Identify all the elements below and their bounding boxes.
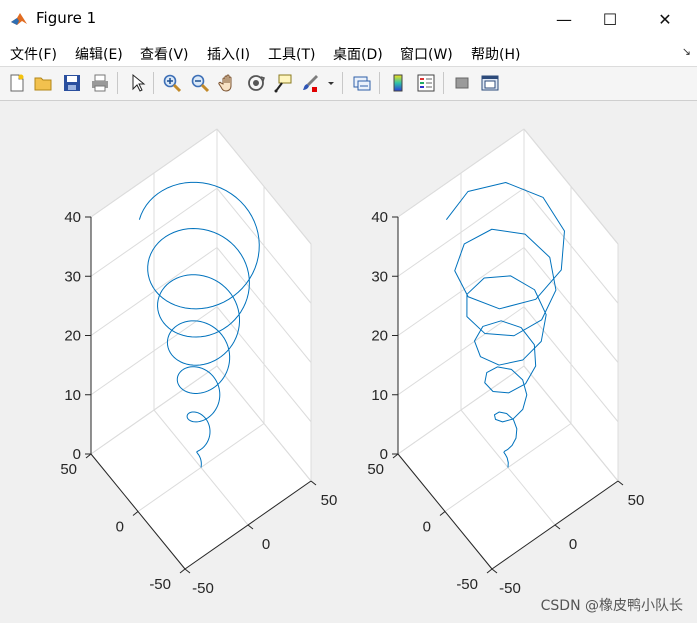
y-tick-mark [392,453,399,459]
y-tick-label: -50 [456,576,478,593]
y-tick-label: 0 [116,519,124,536]
toolbar-separator [342,72,343,94]
x-tick-label: 50 [628,492,645,509]
watermark-text: CSDN @橡皮鸭小队长 [540,598,683,614]
x-tick-label: 50 [321,492,338,509]
zoom-out-icon[interactable] [190,73,210,93]
y-tick-label: 50 [60,461,77,478]
z-tick-label: 10 [371,387,388,404]
x-tick-mark [617,480,624,486]
hide-plot-tools-icon[interactable] [452,73,472,93]
y-tick-mark [132,511,139,516]
show-plot-tools-icon[interactable] [480,73,500,93]
menu-help[interactable]: 帮助(H) [471,44,520,64]
pointer-icon[interactable] [128,73,148,93]
toolbar-separator [379,72,380,94]
x-tick-label: 0 [569,536,577,553]
x-tick-mark [247,524,254,530]
toolbar-separator [117,72,118,94]
z-tick-label: 10 [64,387,81,404]
brush-icon[interactable] [300,73,320,93]
menu-edit[interactable]: 编辑(E) [75,44,123,64]
print-icon[interactable] [90,73,110,93]
toolbar-separator [153,72,154,94]
y-tick-label: -50 [149,576,171,593]
x-tick-mark [310,480,317,486]
menu-window[interactable]: 窗口(W) [400,44,453,64]
figure-canvas[interactable]: -50 0 50 -50 0 50 0 10 20 30 40 -50 0 50 -50 0 50 0 10 20 30… [0,101,697,623]
menu-insert[interactable]: 插入(I) [207,44,250,64]
x-tick-label: -50 [499,580,521,597]
x-tick-label: -50 [192,580,214,597]
link-plot-icon[interactable] [352,73,372,93]
save-icon[interactable] [62,73,82,93]
z-tick-label: 30 [371,268,388,285]
y-tick-label: 50 [367,461,384,478]
z-tick-label: 20 [371,328,388,345]
colorbar-icon[interactable] [388,73,408,93]
menu-dock-arrow-icon[interactable]: ↘ [682,45,691,58]
z-tick-label: 20 [64,328,81,345]
data-cursor-icon[interactable] [273,73,293,93]
x-tick-mark [491,568,498,574]
z-tick-label: 40 [64,209,81,226]
z-tick-label: 0 [73,446,81,463]
window-title: Figure 1 [36,9,97,27]
x-tick-mark [184,568,191,574]
menu-file[interactable]: 文件(F) [10,44,57,64]
subplot-2: -50050-50050010203040 [367,128,645,597]
close-button[interactable]: ✕ [642,0,688,38]
menu-view[interactable]: 查看(V) [140,44,189,64]
y-tick-mark [439,511,446,516]
y-tick-mark [85,453,92,459]
legend-icon[interactable] [416,73,436,93]
toolbar-separator [443,72,444,94]
z-tick-label: 0 [380,446,388,463]
new-figure-icon[interactable] [7,73,27,93]
pan-hand-icon[interactable] [218,73,238,93]
rotate-3d-icon[interactable] [246,73,266,93]
menu-bar: 文件(F) 编辑(E) 查看(V) 插入(I) 工具(T) 桌面(D) 窗口(W… [0,38,697,67]
zoom-in-icon[interactable] [162,73,182,93]
figure-toolbar [0,67,697,101]
x-tick-label: 0 [262,536,270,553]
title-bar: Figure 1 — ☐ ✕ [0,0,697,39]
x-tick-mark [554,524,561,530]
y-tick-mark [486,568,493,574]
brush-dropdown-icon[interactable] [326,73,336,93]
open-folder-icon[interactable] [33,73,53,93]
matlab-logo-icon [11,13,27,25]
y-tick-mark [179,568,186,574]
minimize-button[interactable]: — [541,0,587,38]
y-tick-label: 0 [423,519,431,536]
subplot-1: -50050-50050010203040 [60,128,338,597]
z-tick-label: 30 [64,268,81,285]
z-tick-label: 40 [371,209,388,226]
maximize-button[interactable]: ☐ [587,0,633,38]
menu-tools[interactable]: 工具(T) [268,44,315,64]
plots-svg[interactable]: -50050-50050010203040-50050-500500102030… [0,101,697,623]
menu-desktop[interactable]: 桌面(D) [333,44,383,64]
